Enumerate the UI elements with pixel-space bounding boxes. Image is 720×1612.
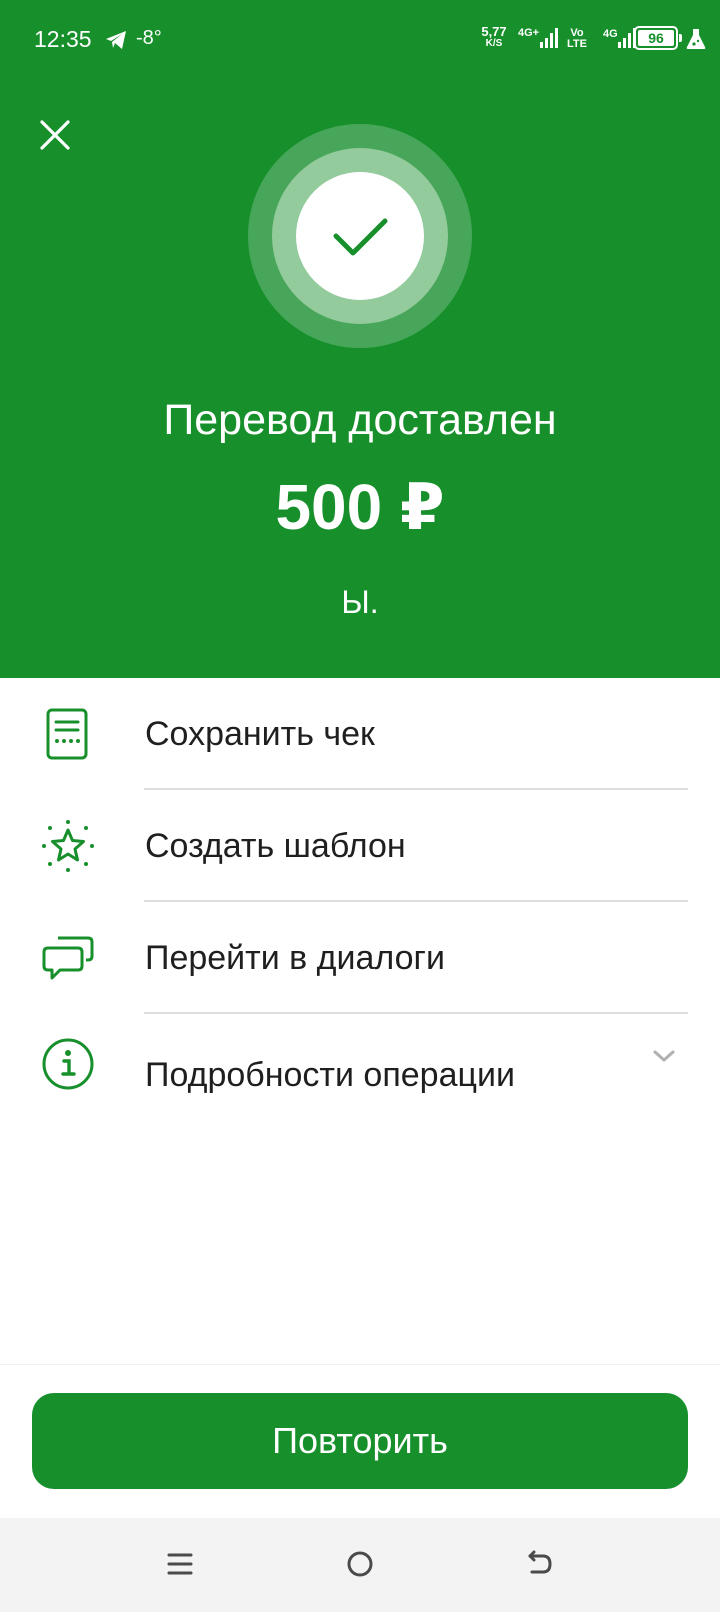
save-receipt-label: Сохранить чек <box>145 715 375 753</box>
battery-level: 96 <box>638 30 674 46</box>
check-icon <box>333 218 388 256</box>
status-time: 12:35 <box>34 26 92 52</box>
chevron-down-icon <box>653 1050 675 1062</box>
network-type-2: 4G <box>603 28 618 40</box>
flask-icon <box>686 29 706 49</box>
transfer-amount: 500 ₽ <box>275 471 445 543</box>
star-icon <box>42 820 94 872</box>
create-template-button[interactable]: Создать шаблон <box>0 790 720 902</box>
status-bar: 12:35 -8° 5,77 K/S 4G+ Vo LTE 4G 96 <box>0 0 720 80</box>
save-receipt-button[interactable]: Сохранить чек <box>0 678 720 790</box>
chat-icon <box>42 936 94 980</box>
create-template-label: Создать шаблон <box>145 827 406 865</box>
network-type-1: 4G+ <box>518 27 540 39</box>
status-temperature: -8° <box>136 27 162 49</box>
receipt-icon <box>46 708 88 760</box>
back-icon[interactable] <box>526 1550 554 1578</box>
go-to-dialogs-button[interactable]: Перейти в диалоги <box>0 902 720 1014</box>
operation-details-label: Подробности операции <box>145 1056 515 1094</box>
net-speed: 5,77 K/S <box>481 24 507 49</box>
operation-details-toggle[interactable]: Подробности операции <box>0 1014 720 1126</box>
repeat-button[interactable]: Повторить <box>32 1393 688 1489</box>
system-nav-bar <box>0 1518 720 1612</box>
battery-icon: 96 <box>634 26 682 50</box>
home-icon[interactable] <box>346 1550 374 1578</box>
go-to-dialogs-label: Перейти в диалоги <box>145 939 445 977</box>
volte-indicator: Vo LTE <box>567 27 587 50</box>
footer-divider <box>0 1364 720 1365</box>
success-header: 12:35 -8° 5,77 K/S 4G+ Vo LTE 4G 96 Пере… <box>0 0 720 678</box>
telegram-icon <box>106 31 126 49</box>
recipient-name: Ы. <box>341 584 379 620</box>
success-indicator <box>248 124 472 348</box>
info-icon <box>42 1038 94 1090</box>
menu-icon[interactable] <box>166 1550 194 1578</box>
signal-icon <box>540 28 558 48</box>
close-icon[interactable] <box>36 116 74 154</box>
transfer-status-title: Перевод доставлен <box>163 396 557 444</box>
